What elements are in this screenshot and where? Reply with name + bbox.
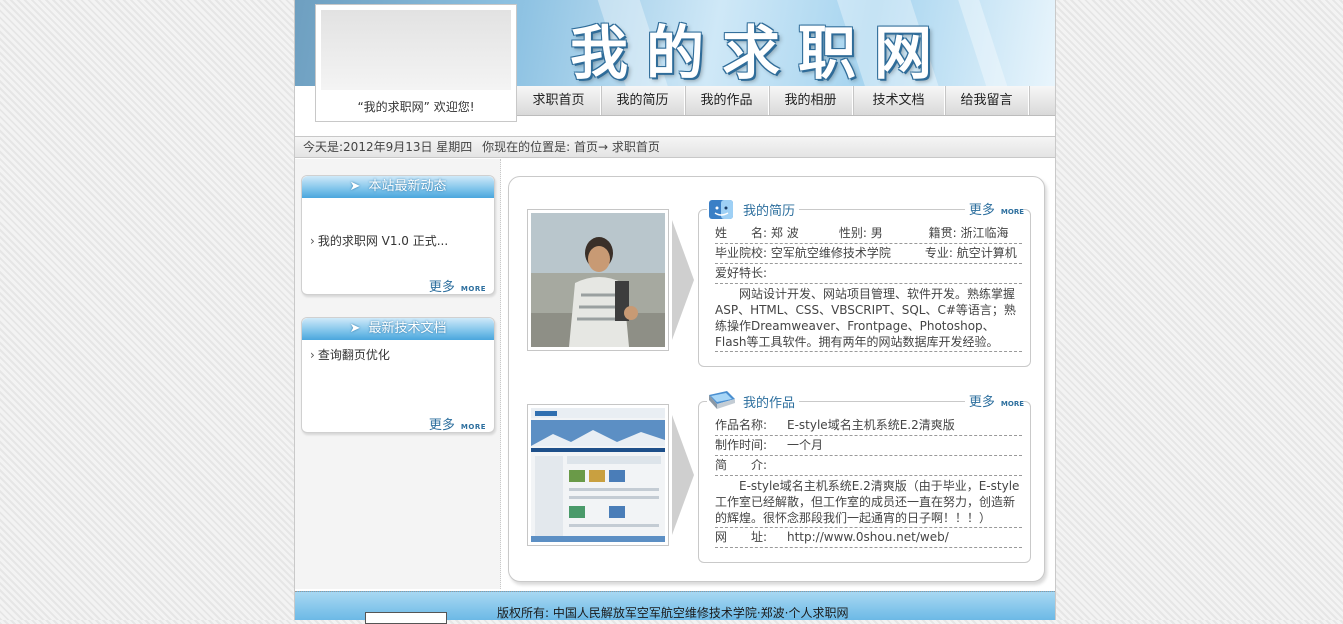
footer: 版权所有: 中国人民解放军空军航空维修技术学院·郑波·个人求职网 [295,591,1055,624]
works-intro-text: E-style域名主机系统E.2清爽版（由于毕业，E-style工作室已经解散，… [715,476,1022,528]
news-panel-header: ➤ 本站最新动态 [302,176,494,198]
works-more-link[interactable]: 更多 MORE [964,391,1024,410]
docs-item[interactable]: 查询翻页优化 [310,346,390,363]
breadcrumb: 今天是:2012年9月13日 星期四 你现在的位置是: 首页→ 求职首页 [295,136,1055,158]
nav-home[interactable]: 求职首页 [517,86,601,115]
work-screenshot [531,408,665,542]
works-card: 我的作品 更多 MORE 作品名称: E-style域名主机系统E.2清爽版 制作时… [698,389,1031,563]
works-card-title: 我的作品 [707,389,800,413]
photo-wedge [672,220,694,340]
works-row-name: 作品名称: E-style域名主机系统E.2清爽版 [715,416,1022,436]
main-content: 我的简历 更多 MORE 姓 名: 郑 波 性别: 男 籍贯: 浙江临海 毕业院校… [508,176,1045,582]
nav-guestbook[interactable]: 给我留言 [945,86,1029,115]
header: 我的求职网 “我的求职网” 欢迎您! 求职首页 我的简历 我的作品 我的相册 技… [295,0,1055,137]
nav-album[interactable]: 我的相册 [769,86,853,115]
docs-panel-title: 最新技术文档 [368,321,447,336]
arrow-icon: ➤ [349,179,361,194]
date-text: 今天是:2012年9月13日 星期四 [303,140,473,154]
works-row-url: 网 址: http://www.0shou.net/web/ [715,528,1022,548]
welcome-text: “我的求职网” 欢迎您! [357,100,475,114]
location-text: 你现在的位置是: 首页→ 求职首页 [482,140,660,154]
nav-resume[interactable]: 我的简历 [601,86,685,115]
works-row-time: 制作时间: 一个月 [715,436,1022,456]
works-url-link[interactable]: http://www.0shou.net/web/ [787,530,949,544]
resume-card-title: 我的简历 [707,197,800,221]
sidebar: ➤ 本站最新动态 我的求职网 V1.0 正式... 更多MORE ➤ 最新技术文档 … [295,159,501,589]
work-wedge [672,415,694,535]
page: 我的求职网 “我的求职网” 欢迎您! 求职首页 我的简历 我的作品 我的相册 技… [294,0,1056,624]
docs-panel-header: ➤ 最新技术文档 [302,318,494,340]
profile-photo [531,213,665,347]
resume-more-link[interactable]: 更多 MORE [964,199,1024,218]
profile-photo-frame [527,209,669,351]
work-screenshot-frame [527,404,669,546]
arrow-icon: ➤ [349,321,361,336]
resume-card: 我的简历 更多 MORE 姓 名: 郑 波 性别: 男 籍贯: 浙江临海 毕业院校… [698,197,1031,367]
finder-icon [709,200,733,219]
nav-docs[interactable]: 技术文档 [853,86,945,115]
works-row-intro-label: 简 介: [715,456,1022,476]
monitor-icon [709,391,735,409]
resume-row-basic: 姓 名: 郑 波 性别: 男 籍贯: 浙江临海 [715,224,1022,244]
resume-row-school: 毕业院校: 空军航空维修技术学院 专业: 航空计算机 [715,244,1022,264]
docs-more-link[interactable]: 更多 MORE [429,414,486,433]
logo-box: “我的求职网” 欢迎您! [315,4,517,122]
footer-badge [365,612,447,624]
news-item[interactable]: 我的求职网 V1.0 正式... [310,232,448,249]
copyright-text: 版权所有: 中国人民解放军空军航空维修技术学院·郑波·个人求职网 [497,606,849,620]
docs-panel: ➤ 最新技术文档 查询翻页优化 更多MORE [301,317,495,433]
news-panel-title: 本站最新动态 [368,179,447,194]
resume-row-hobby-label: 爱好特长: [715,264,1022,284]
main-nav: 求职首页 我的简历 我的作品 我的相册 技术文档 给我留言 [517,86,1055,116]
news-more-link[interactable]: 更多 MORE [429,276,486,295]
nav-works[interactable]: 我的作品 [685,86,769,115]
news-panel: ➤ 本站最新动态 我的求职网 V1.0 正式... 更多MORE [301,175,495,295]
resume-hobby-text: 网站设计开发、网站项目管理、软件开发。熟练掌握ASP、HTML、CSS、VBSC… [715,284,1022,352]
logo-image [321,10,511,90]
site-title: 我的求职网 [570,19,951,87]
